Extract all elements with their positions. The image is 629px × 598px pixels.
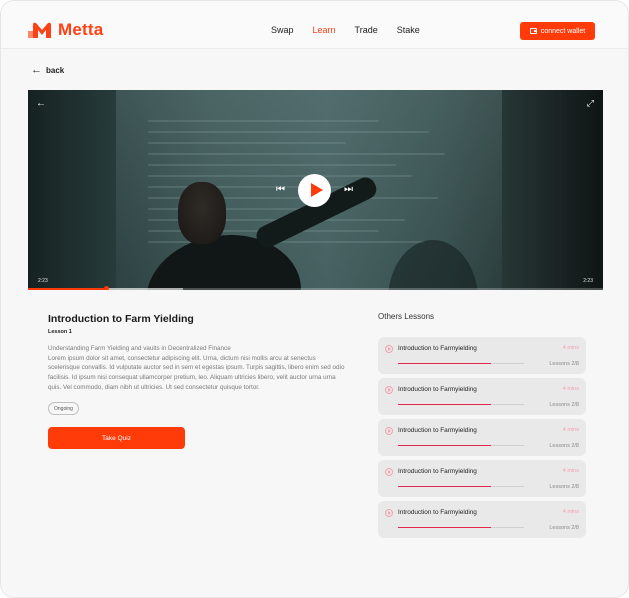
other-lessons-heading: Others Lessons — [378, 312, 435, 321]
nav-swap[interactable]: Swap — [271, 24, 294, 36]
play-circle-icon — [385, 427, 393, 435]
play-circle-icon — [385, 386, 393, 394]
lesson-card-duration: 4 mins — [562, 468, 579, 474]
connect-wallet-button[interactable]: connect wallet — [520, 22, 595, 40]
lesson-card[interactable]: Introduction to Farmyielding 4 mins Lesson… — [378, 378, 586, 415]
main-nav: Swap Learn Trade Stake — [271, 24, 439, 36]
video-scrubber-handle[interactable] — [103, 286, 109, 290]
lesson-card-count: Lessons 2/8 — [549, 361, 579, 367]
back-link[interactable]: ← back — [31, 64, 65, 76]
nav-learn[interactable]: Learn — [313, 24, 336, 36]
nav-stake[interactable]: Stake — [397, 24, 420, 36]
lesson-card-title: Introduction to Farmyielding — [398, 345, 477, 352]
play-circle-icon — [385, 468, 393, 476]
next-icon[interactable]: ⏭ — [344, 185, 353, 195]
wallet-icon — [529, 28, 537, 34]
play-circle-icon — [385, 509, 393, 517]
play-button[interactable] — [298, 174, 331, 207]
video-player[interactable]: ← ⤢ ⏮ ⏭ 2:23 2:23 — [28, 90, 603, 290]
video-progress-bar — [28, 288, 106, 290]
lesson-card-progress-fill — [398, 486, 492, 487]
lesson-card-title: Introduction to Farmyielding — [398, 509, 477, 516]
lesson-card-progress-fill — [398, 445, 492, 446]
metta-logo-icon — [28, 22, 51, 38]
total-time: 2:23 — [583, 278, 593, 284]
arrow-left-icon: ← — [31, 64, 42, 76]
lesson-description-lead: Understanding Farm Yielding and vaults i… — [48, 345, 231, 352]
lesson-description: Understanding Farm Yielding and vaults i… — [48, 344, 348, 393]
lesson-card-progress-fill — [398, 404, 492, 405]
lesson-card-progress-fill — [398, 527, 492, 528]
brand-logo[interactable]: Metta — [28, 20, 103, 40]
nav-trade[interactable]: Trade — [355, 24, 378, 36]
connect-wallet-label: connect wallet — [540, 27, 586, 35]
lesson-title: Introduction to Farm Yielding — [48, 313, 194, 325]
lesson-card-duration: 4 mins — [562, 386, 579, 392]
lesson-card-duration: 4 mins — [562, 427, 579, 433]
brand-name: Metta — [58, 20, 104, 39]
lesson-card-count: Lessons 2/8 — [549, 484, 579, 490]
lesson-card[interactable]: Introduction to Farmyielding 4 mins Lesson… — [378, 460, 586, 497]
status-badge: Ongoing — [48, 402, 79, 415]
lesson-card-progress-track — [398, 445, 524, 446]
lesson-card[interactable]: Introduction to Farmyielding 4 mins Lesson… — [378, 419, 586, 456]
lesson-card[interactable]: Introduction to Farmyielding 4 mins Lesson… — [378, 501, 586, 538]
lesson-description-body: Lorem ipsum dolor sit amet, consectetur … — [48, 354, 345, 391]
lesson-card-progress-track — [398, 363, 524, 364]
play-circle-icon — [385, 345, 393, 353]
previous-icon[interactable]: ⏮ — [276, 185, 285, 195]
lesson-card-count: Lessons 2/8 — [549, 402, 579, 408]
elapsed-time: 2:23 — [38, 278, 48, 284]
lesson-card-title: Introduction to Farmyielding — [398, 386, 477, 393]
lesson-card-count: Lessons 2/8 — [549, 443, 579, 449]
fullscreen-icon[interactable]: ⤢ — [587, 98, 594, 108]
top-navbar: Metta Swap Learn Trade Stake connect wal… — [1, 1, 628, 49]
lesson-card-duration: 4 mins — [562, 509, 579, 515]
lesson-card-title: Introduction to Farmyielding — [398, 427, 477, 434]
lesson-number: Lesson 1 — [48, 329, 72, 335]
lesson-card-progress-track — [398, 486, 524, 487]
lesson-card-progress-fill — [398, 363, 492, 364]
lesson-card-progress-track — [398, 527, 524, 528]
video-progress-track[interactable] — [28, 286, 603, 290]
lesson-card-count: Lessons 2/8 — [549, 525, 579, 531]
back-label: back — [46, 65, 65, 75]
lesson-card-title: Introduction to Farmyielding — [398, 468, 477, 475]
lesson-card-progress-track — [398, 404, 524, 405]
lesson-card[interactable]: Introduction to Farmyielding 4 mins Lesson… — [378, 337, 586, 374]
take-quiz-button[interactable]: Take Quiz — [48, 427, 185, 449]
app-window: Metta Swap Learn Trade Stake connect wal… — [0, 0, 629, 598]
lesson-card-duration: 4 mins — [562, 345, 579, 351]
video-back-icon[interactable]: ← — [36, 99, 46, 109]
